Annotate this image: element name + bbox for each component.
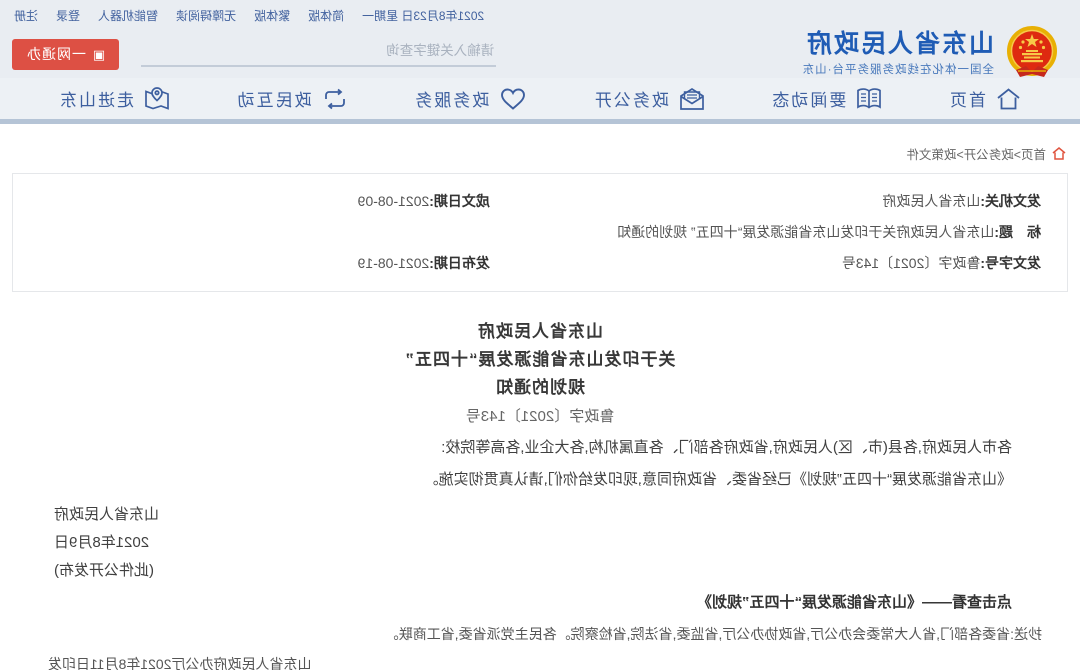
doc-publish-date: 发布日期:2021-08-19 [39, 248, 490, 279]
current-date: 2021年8月23日 星期一 [362, 7, 484, 24]
topbar-link-simplified[interactable]: 简体版 [308, 7, 344, 24]
nav-item-services[interactable]: 政务服务 [413, 86, 528, 112]
book-icon [855, 86, 883, 112]
cc-line: 抄送:省委各部门,省人大常委会办公厅,省政协办公厅,省监委,省法院,省检察院。各… [38, 619, 1042, 649]
nav-item-disclosure[interactable]: 政务公开 [593, 86, 706, 112]
logo-text: 山东省人民政府 全国一体化在线政务服务平台·山东 [802, 31, 994, 77]
written-date-value: 2021-08-09 [358, 193, 430, 209]
doc-title-label: 标 题: [994, 224, 1041, 240]
doc-written-date: 成文日期:2021-08-09 [39, 186, 490, 217]
nav-item-discover[interactable]: 走进山东 [58, 86, 171, 112]
portal-button[interactable]: ▣ 一网通办 [12, 39, 119, 70]
plan-link[interactable]: 点击查看——《山东省能源发展“十四五”规划》 [38, 588, 1042, 618]
signature-note: (此件公开发布) [38, 557, 1042, 585]
header-right: ▣ 一网通办 [12, 39, 496, 70]
doc-number-label: 发文字号: [980, 255, 1041, 271]
publish-date-value: 2021-08-19 [358, 255, 430, 271]
search-input[interactable] [143, 43, 494, 58]
site-logo[interactable]: 山东省人民政府 全国一体化在线政务服务平台·山东 [802, 26, 1060, 83]
topbar-link-traditional[interactable]: 繁体版 [254, 7, 290, 24]
nav-label: 政务服务 [413, 86, 489, 111]
article-doc-number: 鲁政字〔2021〕143号 [38, 403, 1042, 431]
content-area: 首页>政务公开>政策文件 发文机关:山东省人民政府 成文日期:2021-08-0… [0, 124, 1080, 670]
chat-cycle-icon [321, 86, 349, 112]
nav-label: 走进山东 [58, 86, 134, 111]
topbar-link-robot[interactable]: 智能机器人 [98, 7, 158, 24]
map-pin-icon [143, 86, 171, 112]
nav-item-interaction[interactable]: 政民互动 [236, 86, 349, 112]
topbar-link-accessibility[interactable]: 无障碍阅读 [176, 7, 236, 24]
publish-date-label: 发布日期: [429, 255, 490, 271]
written-date-label: 成文日期: [429, 193, 490, 209]
breadcrumb-path: 首页>政务公开>政策文件 [906, 144, 1046, 163]
nav-label: 政务公开 [593, 86, 669, 111]
nav-label: 政民互动 [236, 86, 312, 111]
search-box [141, 42, 496, 67]
mail-icon [678, 86, 706, 112]
signature-org: 山东省人民政府 [38, 501, 1042, 529]
article-title-line1: 山东省人民政府 [38, 318, 1042, 346]
article-paragraph-recipients: 各市人民政府,各县(市、区)人民政府,省政府各部门、各直属机构,各大企业,各高等… [38, 433, 1042, 463]
article-title-line3: 规划的通知 [38, 374, 1042, 402]
doc-number-value: 鲁政字〔2021〕143号 [842, 255, 981, 271]
article-title-line2: 关于印发山东省能源发展“十四五” [38, 346, 1042, 374]
topbar-link-login[interactable]: 登录 [56, 7, 80, 24]
portal-button-label: 一网通办 [26, 44, 86, 64]
doc-title: 标 题:山东省人民政府关于印发山东省能源发展“十四五” 规划的通知 [490, 217, 1041, 248]
doc-title-value: 山东省人民政府关于印发山东省能源发展“十四五” 规划的通知 [617, 224, 994, 240]
home-icon [995, 86, 1022, 112]
doc-number: 发文字号:鲁政字〔2021〕143号 [490, 248, 1041, 279]
site-subtitle: 全国一体化在线政务服务平台·山东 [802, 61, 994, 77]
issuing-org-label: 发文机关: [980, 193, 1041, 209]
signature-date: 2021年8月9日 [38, 529, 1042, 557]
topbar-link-register[interactable]: 注册 [14, 7, 38, 24]
article: 山东省人民政府 关于印发山东省能源发展“十四五” 规划的通知 鲁政字〔2021〕… [0, 292, 1080, 670]
doc-issuing-org: 发文机关:山东省人民政府 [490, 186, 1041, 217]
issuing-org-value: 山东省人民政府 [882, 193, 980, 209]
heart-icon [498, 86, 528, 112]
site-header: 山东省人民政府 全国一体化在线政务服务平台·山东 ▣ 一网通办 [0, 30, 1080, 78]
national-emblem-icon [1004, 26, 1060, 83]
breadcrumb[interactable]: 首页>政务公开>政策文件 [0, 124, 1080, 169]
main-nav: 首页 要闻动态 政务公开 [0, 78, 1080, 124]
grid-icon: ▣ [92, 48, 105, 61]
site-title: 山东省人民政府 [802, 31, 994, 59]
nav-label: 要闻动态 [770, 86, 846, 111]
doc-info-spacer [39, 217, 490, 248]
nav-label: 首页 [948, 86, 986, 111]
page-root: 2021年8月23日 星期一 简体版 繁体版 无障碍阅读 智能机器人 登录 注册 [0, 0, 1080, 670]
doc-info-box: 发文机关:山东省人民政府 成文日期:2021-08-09 标 题:山东省人民政府… [12, 173, 1068, 292]
nav-item-home[interactable]: 首页 [948, 86, 1022, 112]
nav-item-news[interactable]: 要闻动态 [770, 86, 883, 112]
article-paragraph-body: 《山东省能源发展“十四五”规划》已经省委、省政府同意,现印发给你们,请认真贯彻实… [38, 465, 1042, 495]
print-line: 山东省人民政府办公厅2021年8月11日印发 [38, 649, 1042, 670]
home-breadcrumb-icon [1052, 147, 1066, 160]
